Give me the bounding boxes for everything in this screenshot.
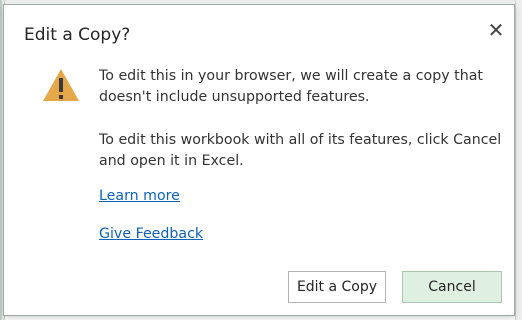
message-cancel-info: To edit this workbook with all of its fe… xyxy=(99,132,502,169)
warning-icon xyxy=(43,69,79,101)
dialog-title: Edit a Copy? xyxy=(24,25,131,45)
close-icon[interactable]: ✕ xyxy=(485,19,507,41)
edit-a-copy-button[interactable]: Edit a Copy xyxy=(288,271,386,303)
message-copy-info: To edit this in your browser, we will cr… xyxy=(99,68,483,105)
give-feedback-link[interactable]: Give Feedback xyxy=(99,226,203,242)
edit-copy-dialog: Edit a Copy? ✕ To edit this in your brow… xyxy=(3,4,515,316)
learn-more-link[interactable]: Learn more xyxy=(99,188,180,204)
cancel-button[interactable]: Cancel xyxy=(402,271,502,303)
background-green-line xyxy=(0,0,2,320)
background-right-edge xyxy=(515,0,522,320)
